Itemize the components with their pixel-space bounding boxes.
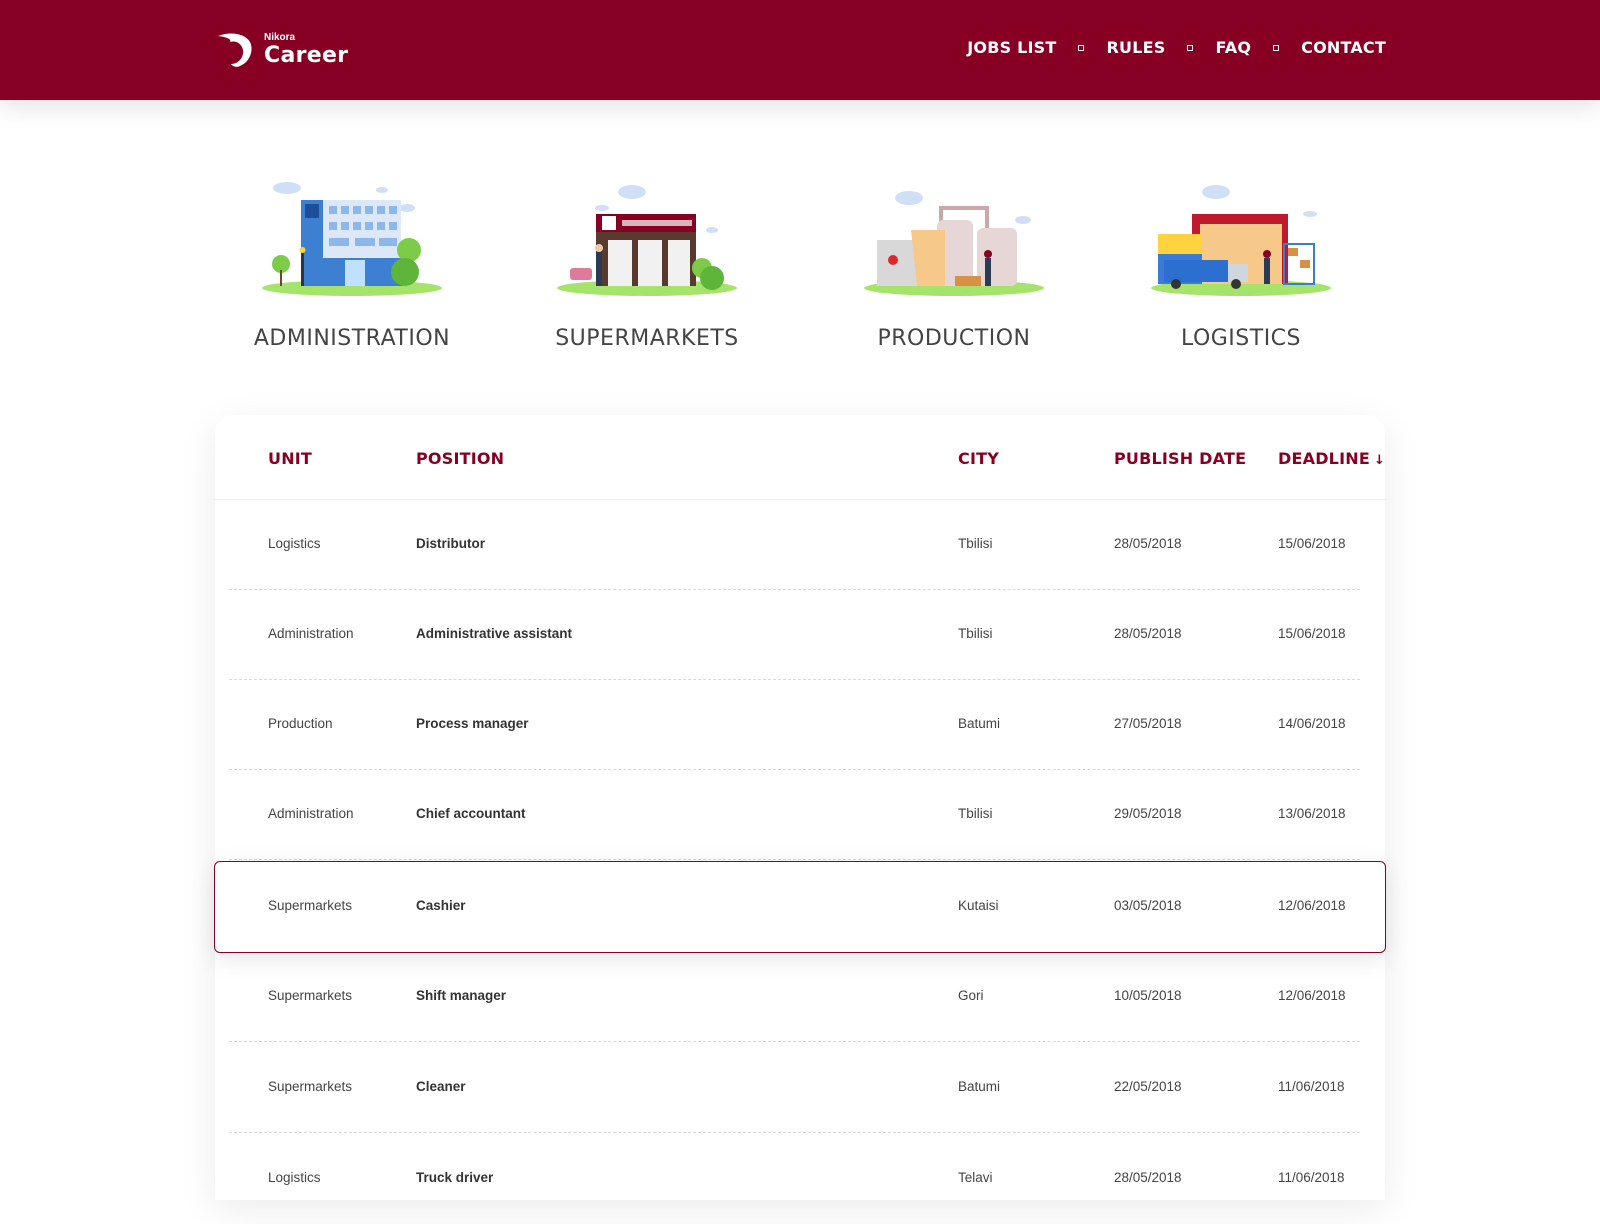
- nav-rules[interactable]: RULES: [1106, 38, 1165, 57]
- nav-jobs-list[interactable]: JOBS LIST: [967, 38, 1056, 57]
- jobs-table: UNIT POSITION CITY PUBLISH DATE DEADLINE…: [214, 415, 1386, 1200]
- cell-unit: Supermarkets: [268, 1079, 353, 1094]
- logo-small-text: Nikora: [264, 32, 296, 43]
- cell-unit: Production: [268, 716, 333, 731]
- cell-publish-date: 03/05/2018: [1114, 898, 1182, 913]
- header-position[interactable]: POSITION: [416, 449, 504, 468]
- logo[interactable]: Nikora Career: [214, 30, 348, 70]
- table-row[interactable]: Production Process manager Batumi 27/05/…: [215, 680, 1385, 770]
- row-divider: [229, 1132, 1360, 1133]
- cell-unit: Logistics: [268, 536, 321, 551]
- header-publish-date[interactable]: PUBLISH DATE: [1114, 449, 1246, 468]
- table-row[interactable]: Supermarkets Cleaner Batumi 22/05/2018 1…: [215, 1043, 1385, 1133]
- row-divider: [229, 859, 1360, 860]
- cell-deadline: 12/06/2018: [1278, 988, 1346, 1003]
- cell-unit: Administration: [268, 806, 354, 821]
- cell-city: Batumi: [958, 1079, 1001, 1094]
- category-label: SUPERMARKETS: [555, 326, 739, 351]
- table-row[interactable]: Administration Chief accountant Tbilisi …: [215, 770, 1385, 860]
- table-row[interactable]: Logistics Distributor Tbilisi 28/05/2018…: [215, 500, 1385, 590]
- table-header: UNIT POSITION CITY PUBLISH DATE DEADLINE…: [215, 415, 1385, 500]
- site-header: Nikora Career JOBS LIST RULES FAQ CONTAC…: [0, 0, 1600, 100]
- cell-deadline: 13/06/2018: [1278, 806, 1346, 821]
- cell-city: Batumi: [958, 716, 1001, 731]
- supermarket-illustration-icon: [557, 185, 737, 296]
- cell-unit: Administration: [268, 626, 354, 641]
- cell-unit: Supermarkets: [268, 988, 353, 1003]
- logo-text: Nikora Career: [264, 33, 348, 67]
- category-label: ADMINISTRATION: [253, 326, 451, 351]
- cell-city: Tbilisi: [958, 626, 993, 641]
- header-deadline[interactable]: DEADLINE ↓: [1278, 449, 1385, 468]
- cell-position: Shift manager: [416, 988, 507, 1003]
- factory-illustration-icon: [864, 191, 1044, 296]
- nav-separator-icon: [1187, 44, 1194, 51]
- category-label: PRODUCTION: [877, 326, 1031, 351]
- nav-separator-icon: [1078, 44, 1085, 51]
- cell-position: Cashier: [416, 898, 466, 913]
- warehouse-truck-illustration-icon: [1151, 185, 1331, 296]
- cell-city: Gori: [958, 988, 984, 1003]
- category-administration[interactable]: ADMINISTRATION: [242, 160, 462, 351]
- category-label: LOGISTICS: [1180, 326, 1302, 351]
- nav-contact[interactable]: CONTACT: [1301, 38, 1386, 57]
- category-logistics[interactable]: LOGISTICS: [1131, 160, 1351, 351]
- cell-unit: Logistics: [268, 1170, 321, 1185]
- cell-position: Cleaner: [416, 1079, 466, 1094]
- cell-deadline: 12/06/2018: [1278, 898, 1346, 913]
- table-row[interactable]: Administration Administrative assistant …: [215, 590, 1385, 680]
- cell-position: Chief accountant: [416, 806, 526, 821]
- cell-city: Kutaisi: [958, 898, 999, 913]
- cell-city: Tbilisi: [958, 536, 993, 551]
- arrow-down-icon: ↓: [1373, 453, 1386, 468]
- cell-publish-date: 28/05/2018: [1114, 1170, 1182, 1185]
- cell-deadline: 14/06/2018: [1278, 716, 1346, 731]
- main-nav: JOBS LIST RULES FAQ CONTACT: [967, 38, 1386, 57]
- cell-city: Tbilisi: [958, 806, 993, 821]
- cell-deadline: 15/06/2018: [1278, 626, 1346, 641]
- table-row[interactable]: Logistics Truck driver Telavi 28/05/2018…: [215, 1134, 1385, 1224]
- row-divider: [229, 1041, 1360, 1042]
- cell-position: Process manager: [416, 716, 529, 731]
- cell-deadline: 11/06/2018: [1278, 1079, 1345, 1094]
- cell-position: Administrative assistant: [416, 626, 573, 641]
- cell-deadline: 11/06/2018: [1278, 1170, 1345, 1185]
- cell-position: Truck driver: [416, 1170, 494, 1185]
- nav-separator-icon: [1273, 44, 1280, 51]
- cell-deadline: 15/06/2018: [1278, 536, 1346, 551]
- office-building-illustration-icon: [262, 182, 442, 296]
- header-unit[interactable]: UNIT: [268, 449, 312, 468]
- table-row[interactable]: Supermarkets Shift manager Gori 10/05/20…: [215, 952, 1385, 1042]
- logo-mark-icon: [218, 33, 252, 67]
- category-filters: ADMINISTRATION SUPERMARKETS PRODUCTION L…: [214, 160, 1386, 360]
- table-row-selected[interactable]: Supermarkets Cashier Kutaisi 03/05/2018 …: [214, 861, 1386, 953]
- header-deadline-label: DEADLINE: [1278, 449, 1370, 468]
- cell-publish-date: 28/05/2018: [1114, 626, 1182, 641]
- cell-publish-date: 22/05/2018: [1114, 1079, 1182, 1094]
- cell-publish-date: 29/05/2018: [1114, 806, 1182, 821]
- cell-publish-date: 27/05/2018: [1114, 716, 1182, 731]
- cell-publish-date: 28/05/2018: [1114, 536, 1182, 551]
- nav-faq[interactable]: FAQ: [1215, 38, 1251, 57]
- logo-big-text: Career: [264, 43, 349, 68]
- cell-city: Telavi: [958, 1170, 993, 1185]
- category-supermarkets[interactable]: SUPERMARKETS: [537, 160, 757, 351]
- category-production[interactable]: PRODUCTION: [844, 160, 1064, 351]
- header-city[interactable]: CITY: [958, 449, 999, 468]
- cell-position: Distributor: [416, 536, 485, 551]
- cell-publish-date: 10/05/2018: [1114, 988, 1182, 1003]
- cell-unit: Supermarkets: [268, 898, 353, 913]
